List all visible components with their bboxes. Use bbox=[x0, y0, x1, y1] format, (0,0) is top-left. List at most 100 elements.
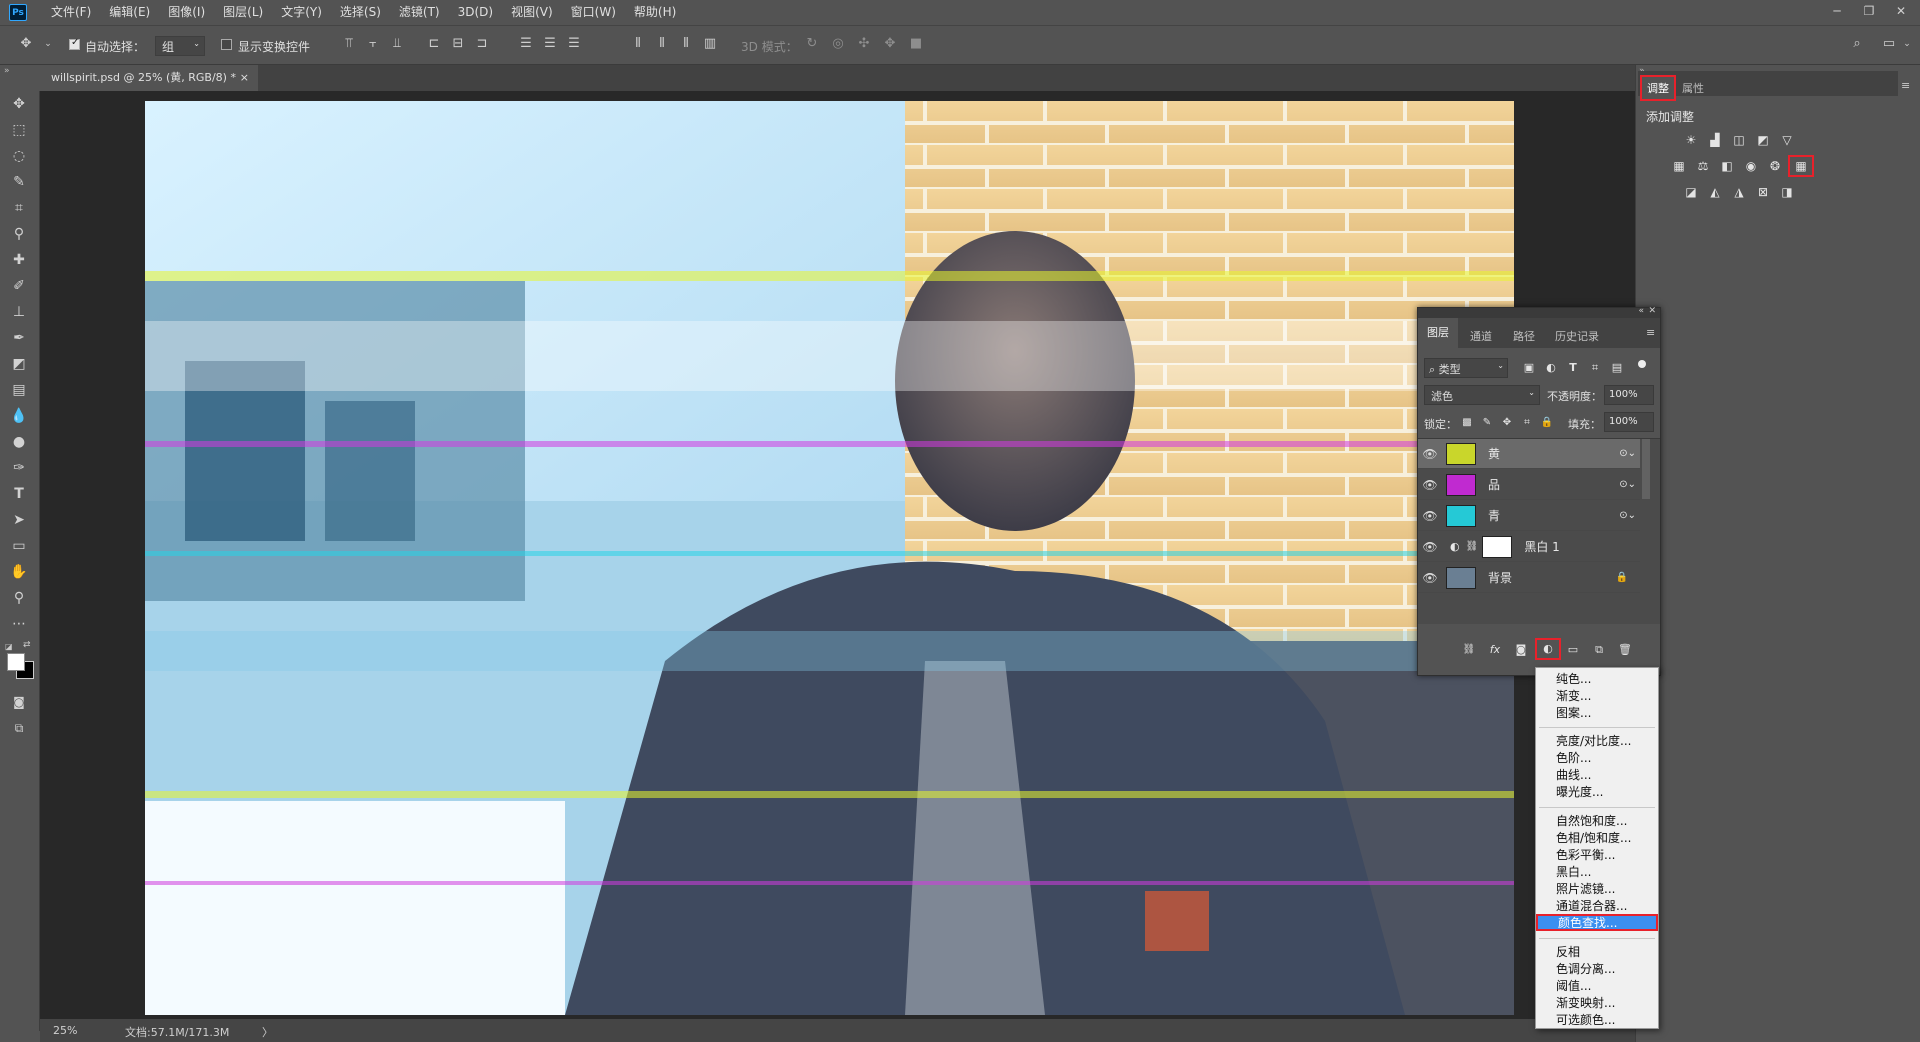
levels-icon[interactable]: ▟ bbox=[1706, 132, 1724, 148]
hand-tool-icon[interactable]: ✋ bbox=[8, 562, 30, 582]
mask-link-icon[interactable]: ⛓ bbox=[1466, 541, 1479, 552]
layer-row-cyan[interactable]: 👁 青 ⊙⌄ bbox=[1418, 501, 1640, 531]
layer-filter-dropdown[interactable]: ⌕ 类型 ⌄ bbox=[1424, 358, 1508, 378]
dodge-tool-icon[interactable]: ● bbox=[8, 432, 30, 452]
align-hcenter-icon[interactable]: ⊟ bbox=[450, 36, 466, 52]
restore-icon[interactable]: ❐ bbox=[1860, 2, 1878, 20]
distribute-top-icon[interactable]: ☰ bbox=[518, 36, 534, 52]
posterize-icon[interactable]: ◭ bbox=[1706, 184, 1724, 200]
selective-color-icon[interactable]: ◨ bbox=[1778, 184, 1796, 200]
filter-pixel-icon[interactable]: ▣ bbox=[1520, 360, 1538, 376]
layer-row-background[interactable]: 👁 背景 🔒 bbox=[1418, 563, 1640, 593]
layer-row-black-white[interactable]: 👁 ◐ ⛓ 黑白 1 bbox=[1418, 532, 1640, 562]
blur-tool-icon[interactable]: 💧 bbox=[8, 406, 30, 426]
menu-edit[interactable]: 编辑(E) bbox=[100, 0, 159, 25]
vibrance-icon[interactable]: ▽ bbox=[1778, 132, 1796, 148]
3d-pan-icon[interactable]: ✣ bbox=[856, 36, 872, 52]
gradient-tool-icon[interactable]: ▤ bbox=[8, 380, 30, 400]
new-adjustment-layer-icon[interactable]: ◐ bbox=[1535, 638, 1561, 660]
gradient-map-icon[interactable]: ⊠ bbox=[1754, 184, 1772, 200]
menu-item-vibrance[interactable]: 自然饱和度... bbox=[1536, 813, 1658, 830]
menu-item-brightness-contrast[interactable]: 亮度/对比度... bbox=[1536, 733, 1658, 750]
menu-file[interactable]: 文件(F) bbox=[42, 0, 100, 25]
type-tool-icon[interactable]: T bbox=[8, 484, 30, 504]
visibility-eye-icon[interactable]: 👁 bbox=[1418, 478, 1442, 492]
filter-smart-object-icon[interactable]: ▤ bbox=[1608, 360, 1626, 376]
3d-slide-icon[interactable]: ✥ bbox=[882, 36, 898, 52]
menu-image[interactable]: 图像(I) bbox=[159, 0, 214, 25]
status-menu-arrow-icon[interactable]: 〉 bbox=[262, 1024, 273, 1040]
brush-tool-icon[interactable]: ✐ bbox=[8, 276, 30, 296]
menu-item-photo-filter[interactable]: 照片滤镜... bbox=[1536, 881, 1658, 898]
blend-mode-dropdown[interactable]: 滤色 ⌄ bbox=[1424, 385, 1540, 405]
auto-align-icon[interactable]: ▥ bbox=[702, 36, 718, 52]
menu-type[interactable]: 文字(Y) bbox=[272, 0, 331, 25]
lasso-tool-icon[interactable]: ◌ bbox=[8, 146, 30, 166]
threshold-icon[interactable]: ◮ bbox=[1730, 184, 1748, 200]
menu-help[interactable]: 帮助(H) bbox=[625, 0, 685, 25]
menu-item-invert[interactable]: 反相 bbox=[1536, 944, 1658, 961]
new-layer-icon[interactable]: ⧉ bbox=[1590, 642, 1608, 658]
color-lookup-icon[interactable]: ▦ bbox=[1788, 155, 1814, 177]
move-tool-icon[interactable]: ✥ bbox=[8, 94, 30, 114]
align-right-icon[interactable]: ⊐ bbox=[474, 36, 490, 52]
menu-item-levels[interactable]: 色阶... bbox=[1536, 750, 1658, 767]
tab-adjustments[interactable]: 调整 bbox=[1640, 75, 1676, 101]
menu-3d[interactable]: 3D(D) bbox=[449, 0, 502, 25]
move-tool-icon[interactable]: ✥ bbox=[18, 36, 34, 52]
workspace-chevron-icon[interactable]: ⌄ bbox=[1899, 36, 1915, 52]
delete-layer-icon[interactable]: 🗑 bbox=[1616, 642, 1634, 658]
fill-field[interactable]: 100% bbox=[1604, 412, 1654, 432]
pen-tool-icon[interactable]: ✑ bbox=[8, 458, 30, 478]
path-select-tool-icon[interactable]: ➤ bbox=[8, 510, 30, 530]
invert-icon[interactable]: ◪ bbox=[1682, 184, 1700, 200]
menu-item-gradient-map[interactable]: 渐变映射... bbox=[1536, 995, 1658, 1012]
distribute-bottom-icon[interactable]: ☰ bbox=[566, 36, 582, 52]
lock-artboard-icon[interactable]: ⌗ bbox=[1518, 415, 1536, 431]
fx-icon[interactable]: fx bbox=[1486, 642, 1504, 658]
brightness-icon[interactable]: ☀ bbox=[1682, 132, 1700, 148]
align-bottom-icon[interactable]: ⫫ bbox=[389, 36, 405, 52]
3d-scale-icon[interactable]: ■ bbox=[908, 36, 924, 52]
menu-item-pattern[interactable]: 图案... bbox=[1536, 705, 1658, 722]
visibility-eye-icon[interactable]: 👁 bbox=[1418, 509, 1442, 523]
link-layers-icon[interactable]: ⛓ bbox=[1460, 642, 1478, 658]
menu-item-selective-color[interactable]: 可选颜色... bbox=[1536, 1012, 1658, 1029]
history-brush-tool-icon[interactable]: ✒ bbox=[8, 328, 30, 348]
collapse-panel-icon[interactable]: « bbox=[1638, 306, 1644, 316]
menu-item-color-balance[interactable]: 色彩平衡... bbox=[1536, 847, 1658, 864]
zoom-level[interactable]: 25% bbox=[53, 1024, 77, 1037]
search-icon[interactable]: ⌕ bbox=[1849, 36, 1865, 52]
menu-item-threshold[interactable]: 阈值... bbox=[1536, 978, 1658, 995]
marquee-tool-icon[interactable]: ⬚ bbox=[8, 120, 30, 140]
menu-filter[interactable]: 滤镜(T) bbox=[390, 0, 449, 25]
collapse-toolbar-icon[interactable]: » bbox=[4, 66, 10, 76]
menu-item-channel-mixer[interactable]: 通道混合器... bbox=[1536, 898, 1658, 915]
rectangle-tool-icon[interactable]: ▭ bbox=[8, 536, 30, 556]
menu-item-gradient[interactable]: 渐变... bbox=[1536, 688, 1658, 705]
crop-tool-icon[interactable]: ⌗ bbox=[8, 198, 30, 218]
curves-icon[interactable]: ◫ bbox=[1730, 132, 1748, 148]
3d-roll-icon[interactable]: ◎ bbox=[830, 36, 846, 52]
menu-item-hue-saturation[interactable]: 色相/饱和度... bbox=[1536, 830, 1658, 847]
menu-layer[interactable]: 图层(L) bbox=[214, 0, 272, 25]
swap-colors-icon[interactable]: ⇄ bbox=[23, 640, 31, 650]
workspace-icon[interactable]: ▭ bbox=[1881, 36, 1897, 52]
healing-brush-tool-icon[interactable]: ✚ bbox=[8, 250, 30, 270]
distribute-hcenter-icon[interactable]: ⦀ bbox=[654, 36, 670, 52]
close-document-icon[interactable]: × bbox=[240, 65, 249, 91]
layer-mask-thumbnail[interactable] bbox=[1482, 535, 1513, 558]
lock-all-icon[interactable]: 🔒 bbox=[1538, 415, 1556, 431]
layer-row-yellow[interactable]: 👁 黄 ⊙⌄ bbox=[1418, 439, 1640, 469]
panel-menu-icon[interactable]: ≡ bbox=[1901, 79, 1910, 92]
photo-filter-icon[interactable]: ◉ bbox=[1742, 158, 1760, 174]
visibility-eye-icon[interactable]: 👁 bbox=[1418, 571, 1442, 585]
opacity-field[interactable]: 100% bbox=[1604, 385, 1654, 405]
default-colors-icon[interactable]: ◪ bbox=[5, 642, 13, 651]
close-panel-icon[interactable]: ✕ bbox=[1648, 306, 1656, 316]
layers-panel-menu-icon[interactable]: ≡ bbox=[1646, 326, 1655, 339]
screen-mode-icon[interactable]: ⧉ bbox=[8, 718, 30, 738]
hue-saturation-icon[interactable]: ▦ bbox=[1670, 158, 1688, 174]
new-group-icon[interactable]: ▭ bbox=[1564, 642, 1582, 658]
smart-filter-icon[interactable]: ⊙⌄ bbox=[1619, 479, 1636, 490]
